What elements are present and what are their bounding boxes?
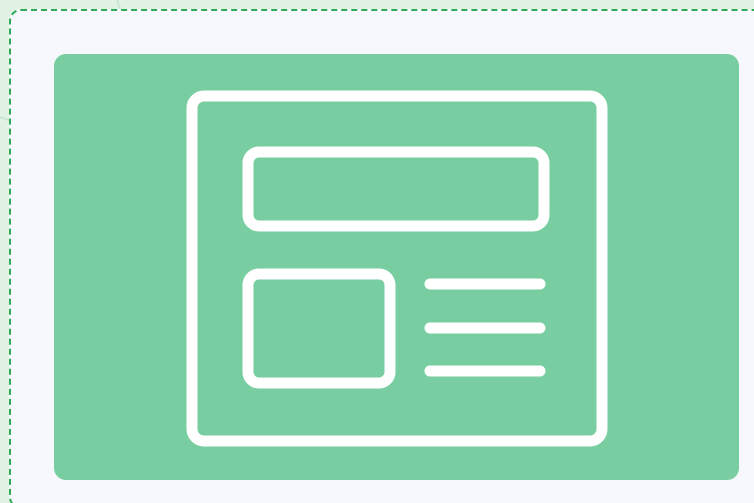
image-drop-zone[interactable] <box>9 9 754 503</box>
image-placeholder[interactable] <box>54 54 739 480</box>
image-block-shape <box>242 268 396 389</box>
webpage-layout-icon <box>186 90 608 447</box>
page <box>0 0 754 503</box>
header-block-shape <box>242 146 550 232</box>
